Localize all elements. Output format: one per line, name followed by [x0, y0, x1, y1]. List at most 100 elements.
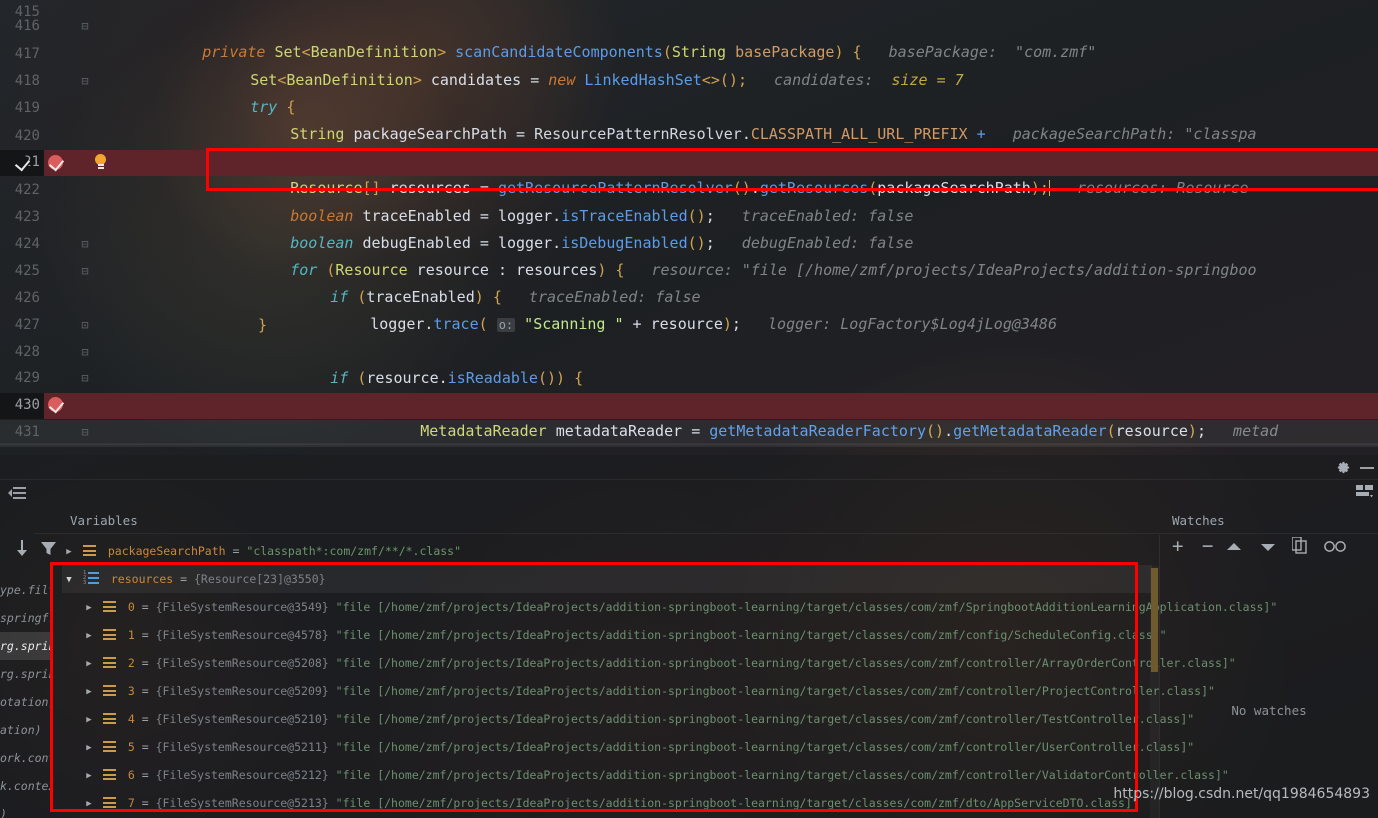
editor-horizontal-scrollbar[interactable] [0, 443, 1378, 447]
line-number: 431 [14, 424, 40, 440]
intention-bulb-icon[interactable] [94, 154, 106, 171]
breakpoint-icon[interactable] [48, 397, 63, 412]
array-index: 2 [127, 656, 135, 670]
frame-item[interactable]: ork.conte [0, 744, 50, 772]
move-watch-up-icon[interactable] [1226, 542, 1242, 552]
array-value-icon: 123 [83, 570, 100, 586]
object-ref: {FileSystemResource@3549} [155, 600, 329, 614]
code-line-416: 416 ⊟ private Set<BeanDefinition> scanCa… [0, 14, 1378, 61]
tree-row-resources[interactable]: ▼ 123 resources = {Resource[23]@3550} [62, 565, 1152, 593]
array-index: 0 [127, 600, 135, 614]
fold-marker-icon[interactable]: ⊟ [78, 69, 92, 95]
expand-arrow-icon[interactable]: ▶ [82, 790, 96, 818]
code-line-430: 430 MetadataReader metadataReader = getM… [0, 393, 1378, 440]
frame-item[interactable]: k.context [0, 772, 50, 800]
restore-layout-icon[interactable] [8, 486, 26, 502]
line-number: 429 [14, 370, 40, 386]
variables-scrollbar-thumb[interactable] [1151, 568, 1158, 672]
table-row[interactable]: ▶ 5 = {FileSystemResource@5211} "file [/… [62, 733, 1194, 762]
copy-watch-icon[interactable] [1292, 537, 1307, 554]
minimize-icon[interactable] [1360, 467, 1374, 469]
frame-item[interactable]: rg.spring [0, 660, 50, 688]
line-number: 416 [14, 18, 40, 34]
fold-marker-icon[interactable]: ⊟ [78, 259, 92, 285]
equals-sign: = [141, 768, 149, 782]
frame-item[interactable]: springfra [0, 604, 50, 632]
object-value-icon [102, 741, 116, 752]
frame-item[interactable]: ype.filte [0, 576, 50, 604]
code-line-417: 417 Set<BeanDefinition> candidates = new… [0, 42, 1378, 89]
item-value: "file [/home/zmf/projects/IdeaProjects/a… [335, 712, 1195, 726]
filter-funnel-icon[interactable] [40, 541, 57, 557]
table-row[interactable]: ▶ 3 = {FileSystemResource@5209} "file [/… [62, 677, 1215, 706]
expand-arrow-icon[interactable]: ▶ [62, 538, 76, 566]
item-value: "file [/home/zmf/projects/IdeaProjects/a… [335, 740, 1195, 754]
variable-name: packageSearchPath [107, 544, 226, 558]
move-watch-down-icon[interactable] [1260, 542, 1276, 552]
code-line-418: 418 ⊟ try { [0, 69, 1378, 116]
remove-watch-icon[interactable]: − [1202, 535, 1213, 557]
equals-sign: = [180, 572, 188, 586]
breakpoint-icon[interactable] [48, 155, 63, 170]
line-number: 424 [14, 236, 40, 252]
toolbar-divider [0, 479, 1378, 480]
code-line-431: 431 ⊟ if (isCandidateComponent(metadataR… [0, 420, 1378, 445]
line-number: 417 [14, 46, 40, 62]
object-ref: {FileSystemResource@5209} [155, 684, 329, 698]
line-number: 419 [14, 100, 40, 116]
inspect-glasses-icon[interactable] [1324, 541, 1346, 552]
collapse-arrow-icon[interactable]: ▼ [62, 566, 76, 594]
code-line-421-current-execution: 421 Resource[] resources = getResourcePa… [0, 150, 1378, 197]
fold-marker-icon[interactable]: ⊟ [78, 14, 92, 40]
line-number: 425 [14, 263, 40, 279]
frames-panel-clipped[interactable]: ype.filte springfra rg.spring rg.spring … [0, 576, 50, 818]
object-value-icon [102, 629, 116, 640]
jump-to-source-down-arrow-icon[interactable] [14, 540, 30, 558]
table-row[interactable]: ▶ 4 = {FileSystemResource@5210} "file [/… [62, 705, 1194, 734]
expand-arrow-icon[interactable]: ▶ [82, 706, 96, 734]
array-index: 5 [127, 740, 135, 754]
array-index: 3 [127, 684, 135, 698]
code-line-429: 429 ⊟ try { [0, 366, 1378, 413]
item-value: "file [/home/zmf/projects/IdeaProjects/a… [335, 628, 1167, 642]
code-line-425: 425 ⊟ if (traceEnabled) { traceEnabled: … [0, 259, 1378, 306]
fold-marker-icon[interactable]: ⊟ [78, 232, 92, 258]
debug-toolbar [0, 455, 1378, 498]
tree-row-packageSearchPath[interactable]: ▶ packageSearchPath = "classpath*:com/zm… [62, 537, 1152, 565]
settings-gear-icon[interactable] [1336, 460, 1351, 475]
expand-arrow-icon[interactable]: ▶ [82, 594, 96, 622]
expand-arrow-icon[interactable]: ▶ [82, 734, 96, 762]
object-value-icon [102, 713, 116, 724]
object-value-icon [82, 545, 96, 556]
fold-marker-icon[interactable]: ⊡ [78, 313, 92, 339]
line-number: 428 [14, 344, 40, 360]
expand-arrow-icon[interactable]: ▶ [82, 622, 96, 650]
object-value-icon [102, 657, 116, 668]
expand-arrow-icon[interactable]: ▶ [82, 762, 96, 790]
table-row[interactable]: ▶ 2 = {FileSystemResource@5208} "file [/… [62, 649, 1235, 678]
object-value-icon [102, 769, 116, 780]
frame-item-selected[interactable]: rg.spring [0, 632, 50, 660]
code-line-424: 424 ⊟ for (Resource resource : resources… [0, 232, 1378, 279]
add-watch-icon[interactable]: + [1172, 535, 1183, 557]
equals-sign: = [141, 796, 149, 810]
frame-item[interactable]: otation) [0, 688, 50, 716]
table-row[interactable]: ▶ 7 = {FileSystemResource@5213} "file [/… [62, 789, 1152, 817]
watches-pane[interactable]: No watches [1160, 563, 1378, 818]
variables-tree[interactable]: ▶ packageSearchPath = "classpath*:com/zm… [62, 537, 1277, 818]
layout-settings-icon[interactable] [1356, 485, 1374, 499]
table-row[interactable]: ▶ 0 = {FileSystemResource@3549} "file [/… [62, 593, 1277, 622]
frame-item[interactable]: ation) [0, 716, 50, 744]
frame-item[interactable]: ) [0, 800, 50, 818]
fold-marker-icon[interactable]: ⊟ [78, 420, 92, 445]
object-ref: {FileSystemResource@5213} [155, 796, 329, 810]
fold-marker-icon[interactable]: ⊟ [78, 366, 92, 392]
expand-arrow-icon[interactable]: ▶ [82, 650, 96, 678]
code-editor[interactable]: 415 416 ⊟ private Set<BeanDefinition> sc… [0, 0, 1378, 447]
equals-sign: = [141, 684, 149, 698]
fold-marker-icon[interactable]: ⊟ [78, 340, 92, 366]
expand-arrow-icon[interactable]: ▶ [82, 678, 96, 706]
table-row[interactable]: ▶ 1 = {FileSystemResource@4578} "file [/… [62, 621, 1166, 650]
table-row[interactable]: ▶ 6 = {FileSystemResource@5212} "file [/… [62, 761, 1229, 790]
object-ref: {FileSystemResource@4578} [155, 628, 329, 642]
